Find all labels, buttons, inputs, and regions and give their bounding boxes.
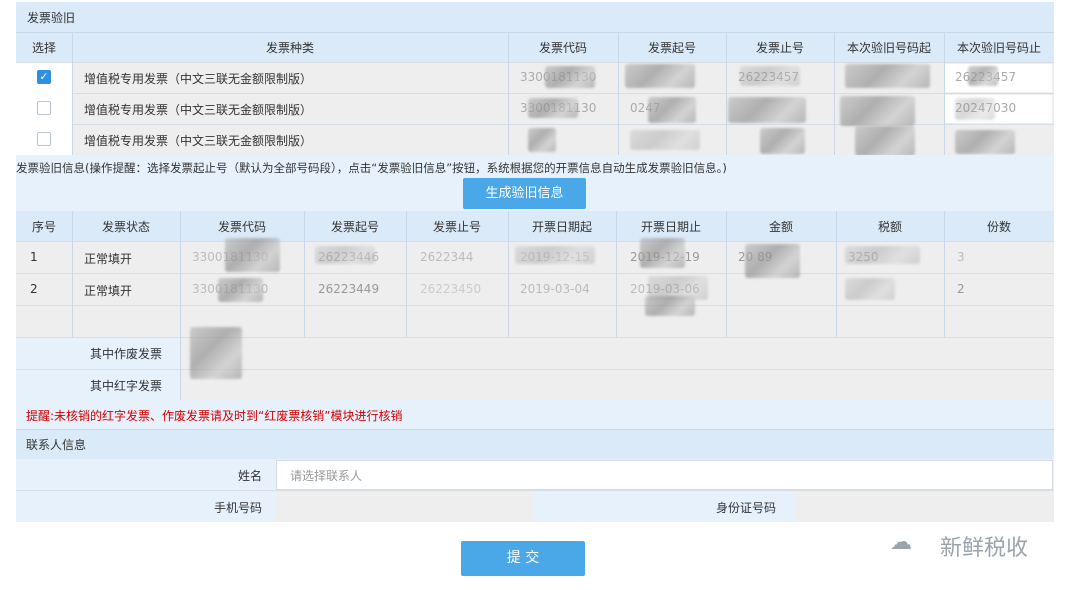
row-end: 2622344 [420, 250, 474, 264]
void-value-cell [180, 337, 1054, 369]
row-no: 2 [30, 282, 38, 296]
redaction-mark [515, 246, 595, 264]
invoice-type-name: 增值税专用发票（中文三联无金额限制版） [84, 134, 313, 148]
col-header-verify-end: 本次验旧号码止 [956, 41, 1041, 55]
info-tip: 发票验旧信息(操作提醒：选择发票起止号（默认为全部号码段），点击“发票验旧信息”… [16, 161, 727, 175]
phone-label: 手机号码 [214, 501, 263, 515]
row-count: 3 [957, 250, 965, 264]
redaction-mark [640, 238, 685, 268]
red-value-cell [180, 369, 1054, 400]
contact-select[interactable] [276, 460, 1053, 490]
wechat-icon: ☁ [890, 530, 912, 555]
redaction-mark [845, 278, 895, 300]
redaction-mark [545, 66, 595, 88]
redaction-mark [745, 244, 800, 278]
id-field[interactable] [796, 491, 1053, 521]
col-header-tax: 税额 [877, 220, 902, 234]
redaction-mark [645, 296, 695, 316]
table-row-empty [16, 305, 1054, 337]
redaction-mark [315, 246, 375, 264]
redaction-mark [740, 66, 800, 86]
watermark-text: 新鲜税收 [940, 536, 1029, 561]
row-date-start: 2019-03-04 [520, 282, 590, 296]
row-start: 26223449 [318, 282, 380, 296]
void-invoice-label: 其中作废发票 [90, 347, 163, 361]
redaction-mark [845, 246, 920, 264]
redaction-mark [625, 64, 695, 88]
col-header-no: 序号 [31, 220, 56, 234]
col-header-end: 发票止号 [432, 220, 481, 234]
col-header-status: 发票状态 [101, 220, 150, 234]
redaction-mark [630, 130, 700, 150]
redaction-mark [955, 130, 1015, 154]
col-header-amount: 金额 [768, 220, 793, 234]
redaction-mark [190, 327, 242, 379]
col-header-verify-start: 本次验旧号码起 [846, 41, 931, 55]
row-count: 2 [957, 282, 965, 296]
phone-field[interactable] [276, 491, 534, 521]
col-header-select: 选择 [31, 41, 56, 55]
contact-placeholder: 请选择联系人 [290, 469, 363, 483]
redaction-mark [728, 97, 806, 123]
redaction-mark [968, 66, 998, 86]
redaction-mark [218, 278, 263, 302]
section-title: 发票验旧 [27, 11, 76, 25]
row-no: 1 [30, 250, 38, 264]
col-header-code: 发票代码 [538, 41, 587, 55]
contact-title: 联系人信息 [26, 438, 87, 452]
invoice-type-name: 增值税专用发票（中文三联无金额限制版） [84, 103, 313, 117]
col-header-start: 发票起号 [330, 220, 379, 234]
redaction-mark [225, 238, 280, 272]
name-label: 姓名 [238, 469, 263, 483]
col-header-code: 发票代码 [217, 220, 266, 234]
redaction-mark [528, 98, 578, 118]
invoice-type-name: 增值税专用发票（中文三联无金额限制版） [84, 72, 313, 86]
redaction-mark [760, 128, 805, 154]
col-header-count: 份数 [986, 220, 1011, 234]
row-end: 26223450 [420, 282, 482, 296]
row-3-checkbox[interactable] [37, 132, 51, 146]
red-invoice-label: 其中红字发票 [90, 379, 163, 393]
redaction-mark [528, 128, 556, 152]
row-2-checkbox[interactable] [37, 101, 51, 115]
submit-button[interactable]: 提 交 [461, 541, 585, 576]
row-1-checkbox[interactable]: ✓ [37, 70, 51, 84]
row-status: 正常填开 [84, 252, 133, 266]
col-header-start: 发票起号 [647, 41, 696, 55]
col-header-type: 发票种类 [265, 41, 314, 55]
col-header-end: 发票止号 [755, 41, 804, 55]
redaction-mark [840, 96, 915, 126]
redaction-mark [648, 97, 696, 123]
col-header-date-start: 开票日期起 [531, 220, 592, 234]
generate-verify-info-button[interactable]: 生成验旧信息 [463, 178, 586, 209]
row-status: 正常填开 [84, 284, 133, 298]
id-label: 身份证号码 [716, 501, 777, 515]
redaction-mark [855, 126, 915, 156]
warning-text: 提醒:未核销的红字发票、作废发票请及时到“红废票核销”模块进行核销 [26, 409, 403, 423]
contact-header [16, 429, 1054, 459]
col-header-date-end: 开票日期止 [640, 220, 701, 234]
redaction-mark [955, 98, 995, 120]
redaction-mark [845, 64, 930, 88]
section-header [16, 2, 1054, 32]
